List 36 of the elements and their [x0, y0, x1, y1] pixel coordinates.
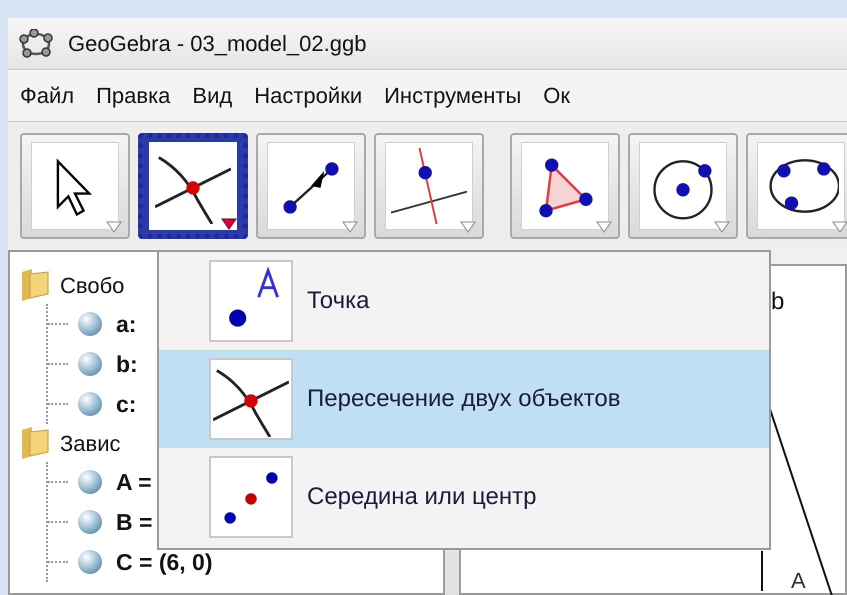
- dropdown-triangle-icon: [106, 221, 122, 233]
- menu-item[interactable]: Инструменты: [384, 79, 522, 112]
- point-label: A: [791, 567, 806, 595]
- point-label: b: [771, 287, 784, 317]
- vertical-line: [761, 551, 763, 591]
- tree-folder-label[interactable]: Завис: [60, 426, 120, 460]
- menu-item[interactable]: Настройки: [254, 79, 362, 112]
- tree-item-label[interactable]: b:: [116, 346, 138, 382]
- tree-item-label[interactable]: a:: [116, 306, 136, 342]
- dropdown-triangle-icon: [221, 218, 237, 230]
- menu-item[interactable]: Ок: [543, 79, 570, 112]
- perpendicular-lines-icon: [391, 148, 467, 224]
- tree-item-label[interactable]: c:: [116, 386, 136, 422]
- dropdown-triangle-icon: [596, 221, 612, 233]
- tool-button[interactable]: [628, 133, 738, 239]
- dropdown-triangle-icon: [342, 221, 358, 233]
- tool-button[interactable]: [510, 133, 620, 239]
- tree-item-label[interactable]: A =: [116, 464, 152, 500]
- dropdown-triangle-icon: [460, 221, 476, 233]
- tree-item-label[interactable]: B =: [116, 504, 152, 540]
- folder-icon: [20, 426, 50, 460]
- folder-icon: [20, 268, 50, 302]
- menu-item[interactable]: Вид: [192, 79, 232, 112]
- tree-folder-label[interactable]: Свобо: [60, 268, 124, 302]
- tool-button[interactable]: [256, 133, 366, 239]
- dropdown-item[interactable]: Пересечение двух объектов: [159, 350, 769, 448]
- tool-button[interactable]: [138, 133, 248, 239]
- dropdown-triangle-icon: [832, 221, 847, 233]
- window-title: GeoGebra - 03_model_02.ggb: [68, 30, 366, 58]
- dropdown-triangle-icon: [714, 221, 730, 233]
- tool-button[interactable]: [20, 133, 130, 239]
- menu-item[interactable]: Правка: [96, 79, 170, 112]
- tool-button[interactable]: [374, 133, 484, 239]
- menu-item[interactable]: Файл: [20, 79, 74, 112]
- app-logo-icon: [18, 28, 54, 58]
- tool-button[interactable]: [746, 133, 847, 239]
